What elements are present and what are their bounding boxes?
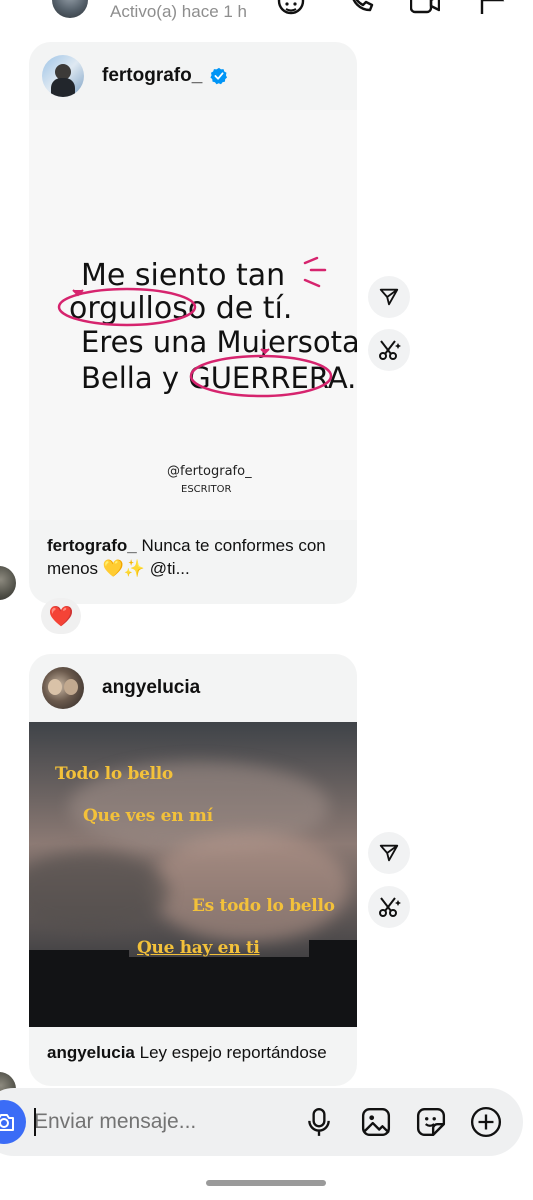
flag-icon[interactable] <box>478 0 508 16</box>
share-button[interactable] <box>368 832 410 874</box>
contact-avatar[interactable] <box>52 0 88 18</box>
image-text-3: Es todo lo bello <box>192 896 335 916</box>
image-text-2: Que ves en mí <box>83 806 213 826</box>
quote-line-3: Eres una Mujersota. <box>81 325 357 359</box>
post-image[interactable]: Me siento tan orgulloso de tí. Eres una … <box>29 110 357 520</box>
sticker-icon[interactable] <box>276 0 306 16</box>
microphone-icon <box>308 1107 330 1136</box>
chat-header: Activo(a) hace 1 h <box>0 0 533 28</box>
microphone-button[interactable] <box>302 1105 336 1139</box>
post-header[interactable]: fertografo_ <box>29 42 357 110</box>
post-author-avatar[interactable] <box>42 55 84 97</box>
signature: @fertografo_ <box>167 464 252 479</box>
phone-icon[interactable] <box>346 0 376 16</box>
gallery-button[interactable] <box>359 1105 393 1139</box>
more-button[interactable] <box>469 1105 503 1139</box>
shared-post-card[interactable]: angyelucia Todo lo bello Que ves en mí E… <box>29 654 357 1086</box>
scissors-sparkle-icon <box>379 897 401 917</box>
post-header[interactable]: angyelucia <box>29 654 357 722</box>
share-button[interactable] <box>368 276 410 318</box>
post-image[interactable]: Todo lo bello Que ves en mí Es todo lo b… <box>29 722 357 1027</box>
caption-author[interactable]: angyelucia <box>47 1043 135 1062</box>
gallery-icon <box>361 1107 391 1137</box>
active-status: Activo(a) hace 1 h <box>110 2 248 21</box>
plus-icon <box>470 1106 502 1138</box>
gesture-bar[interactable] <box>206 1180 326 1186</box>
remix-button[interactable] <box>368 886 410 928</box>
sender-avatar[interactable] <box>0 566 16 600</box>
shared-post-card[interactable]: fertografo_ Me siento tan orgulloso de t… <box>29 42 357 604</box>
image-text-1: Todo lo bello <box>55 764 173 784</box>
post-caption[interactable]: angyelucia Ley espejo reportándose <box>29 1027 357 1064</box>
send-icon <box>379 288 399 306</box>
quote-line-1: Me siento tan <box>81 258 285 293</box>
image-text-4: Que hay en ti <box>137 938 260 958</box>
heart-reaction: ❤️ <box>48 605 74 628</box>
camera-button[interactable] <box>0 1100 26 1144</box>
send-icon <box>379 844 399 862</box>
text-cursor <box>34 1108 36 1136</box>
caption-text: Ley espejo reportándose <box>139 1043 327 1062</box>
verified-badge-icon <box>210 67 228 85</box>
post-author-name[interactable]: angyelucia <box>102 677 200 699</box>
reaction-badge[interactable]: ❤️ <box>41 598 81 634</box>
post-caption[interactable]: fertografo_ Nunca te conformes con menos… <box>29 520 357 580</box>
post-author-name[interactable]: fertografo_ <box>102 65 202 87</box>
camera-icon <box>0 1114 14 1131</box>
scissors-sparkle-icon <box>379 340 401 360</box>
video-icon[interactable] <box>410 0 440 16</box>
remix-button[interactable] <box>368 329 410 371</box>
caption-author[interactable]: fertografo_ <box>47 536 137 555</box>
message-input[interactable] <box>34 1107 284 1137</box>
quote-artwork: Me siento tan orgulloso de tí. Eres una … <box>29 110 357 520</box>
sticker-icon <box>416 1107 446 1137</box>
post-author-avatar[interactable] <box>42 667 84 709</box>
signature-sub: ESCRITOR <box>181 484 232 495</box>
message-composer <box>0 1088 523 1156</box>
sticker-button[interactable] <box>414 1105 448 1139</box>
